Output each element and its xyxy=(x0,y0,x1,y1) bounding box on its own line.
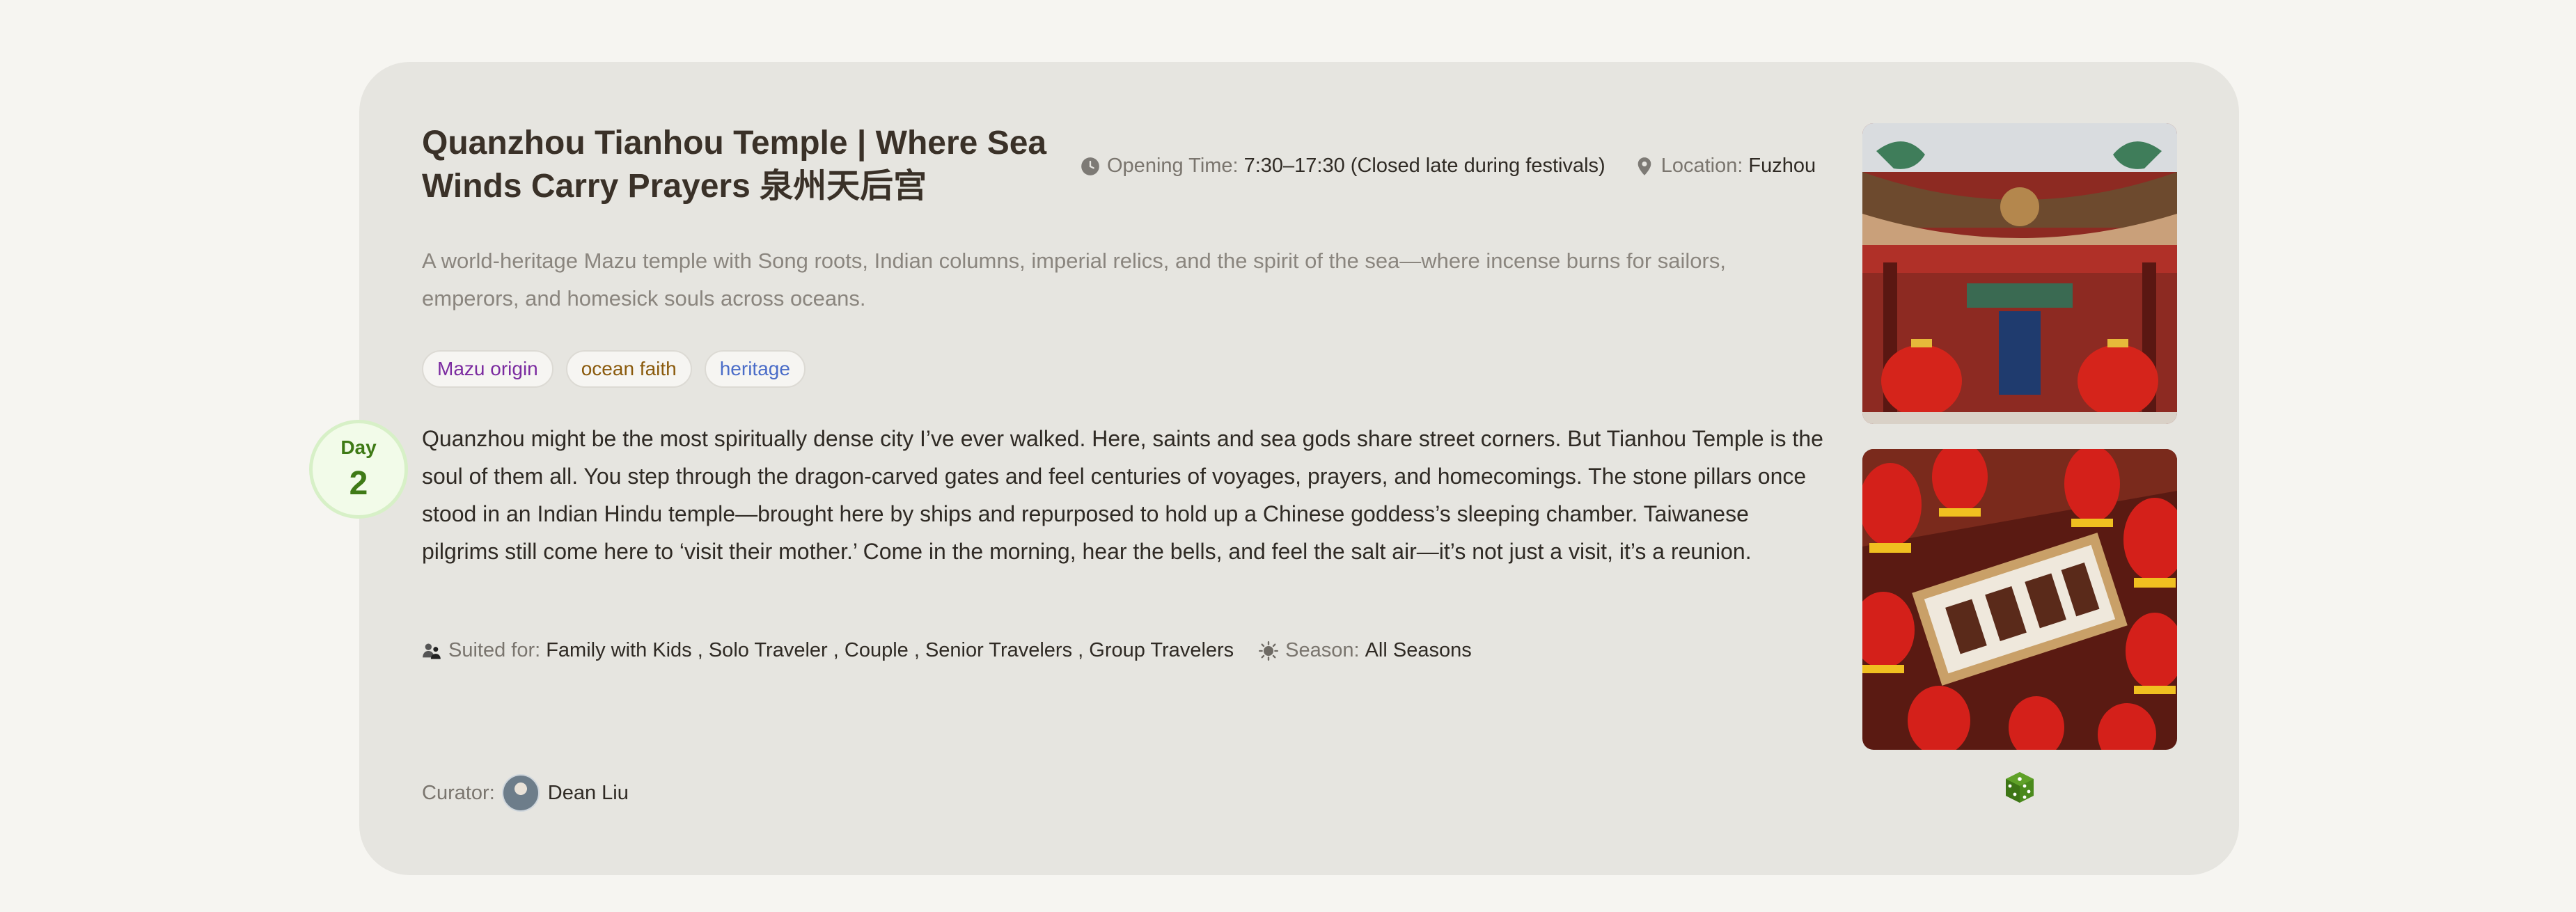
season-value: All Seasons xyxy=(1365,639,1472,661)
clock-icon xyxy=(1081,157,1099,175)
attraction-meta: Opening Time: 7:30–17:30 (Closed late du… xyxy=(1081,155,1816,178)
opening-time-value: 7:30–17:30 (Closed late during festivals… xyxy=(1243,155,1605,177)
day-number: 2 xyxy=(349,465,368,502)
suited-for-label: Suited for: xyxy=(448,639,541,661)
dice-icon[interactable] xyxy=(2003,771,2036,804)
season-label: Season: xyxy=(1285,639,1360,661)
location-value: Fuzhou xyxy=(1748,155,1816,177)
attraction-description: A world-heritage Mazu temple with Song r… xyxy=(422,249,1726,310)
people-icon xyxy=(423,643,441,659)
audience-meta: Suited for: Family with Kids , Solo Trav… xyxy=(422,639,1472,662)
temple-roof-photo[interactable] xyxy=(1862,123,2177,424)
attraction-body: Quanzhou might be the most spiritually d… xyxy=(422,426,1823,564)
opening-time-label: Opening Time: xyxy=(1107,155,1239,177)
tag[interactable]: Mazu origin xyxy=(422,350,553,388)
day-label: Day xyxy=(340,437,377,458)
sun-icon xyxy=(1259,640,1279,661)
suited-for-value: Family with Kids , Solo Traveler , Coupl… xyxy=(546,639,1234,661)
map-pin-icon xyxy=(1638,157,1651,175)
attraction-title: Quanzhou Tianhou Temple | Where Sea Wind… xyxy=(422,125,1047,205)
tag[interactable]: ocean faith xyxy=(565,350,692,388)
opening-time: Opening Time: 7:30–17:30 (Closed late du… xyxy=(1081,155,1605,178)
avatar[interactable] xyxy=(501,774,540,812)
curator-name[interactable]: Dean Liu xyxy=(548,782,629,805)
suited-for: Suited for: Family with Kids , Solo Trav… xyxy=(422,639,1234,662)
day-badge: Day 2 xyxy=(309,420,408,519)
tag-list: Mazu origin ocean faith heritage xyxy=(422,350,806,388)
lanterns-photo[interactable] xyxy=(1862,449,2177,750)
location-label: Location: xyxy=(1660,155,1743,177)
tag[interactable]: heritage xyxy=(704,350,806,388)
curator: Curator: Dean Liu xyxy=(422,774,629,812)
curator-label: Curator: xyxy=(422,781,495,804)
season: Season: All Seasons xyxy=(1259,639,1472,662)
location: Location: Fuzhou xyxy=(1635,155,1816,178)
